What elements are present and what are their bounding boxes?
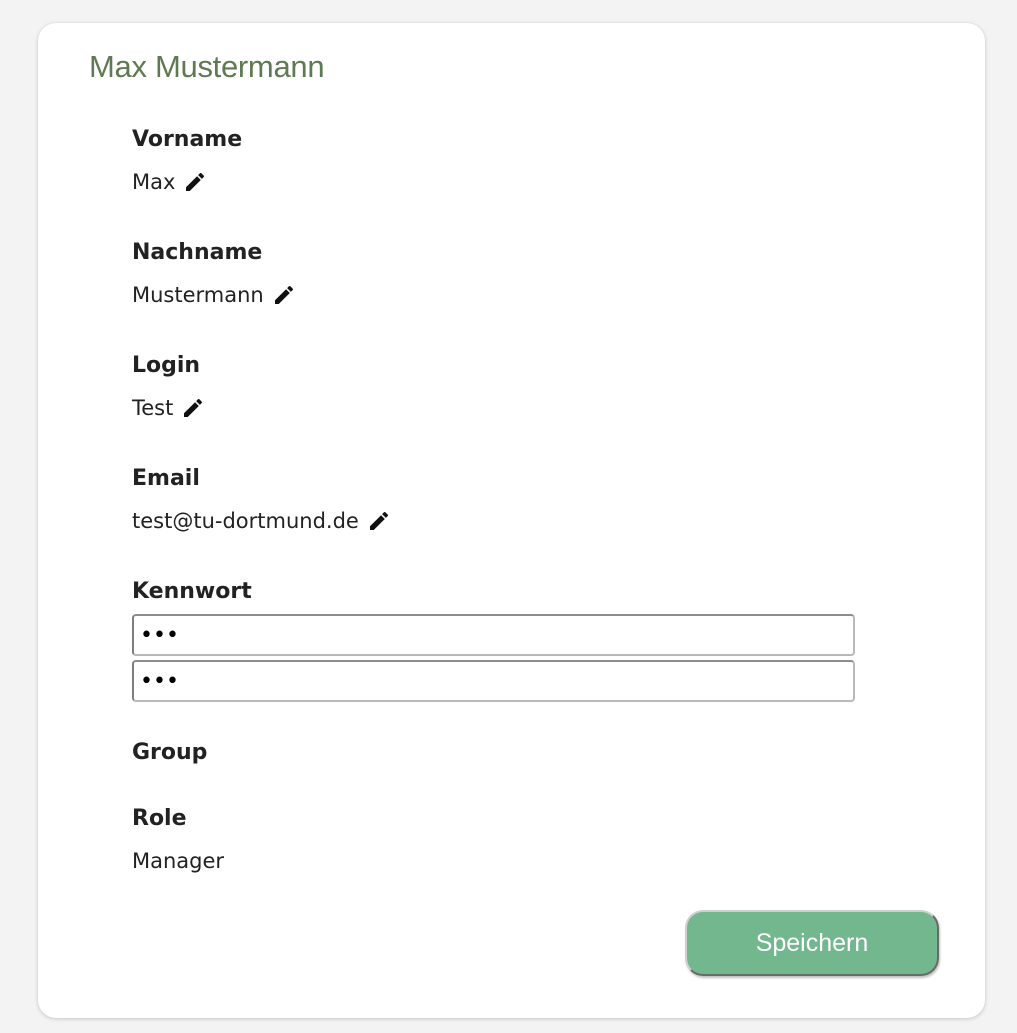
- page-title: Max Mustermann: [89, 49, 325, 84]
- login-value: Test: [132, 396, 174, 420]
- email-label: Email: [132, 466, 200, 491]
- pencil-icon: [274, 285, 293, 304]
- password-label: Kennwort: [132, 579, 252, 604]
- field-group: Group: [132, 738, 207, 768]
- pencil-icon: [184, 398, 203, 417]
- role-label: Role: [132, 806, 187, 831]
- field-role: Role Manager: [132, 804, 224, 876]
- edit-lastname-pencil-icon[interactable]: [272, 283, 296, 307]
- password-confirm-input[interactable]: [132, 660, 855, 702]
- lastname-label: Nachname: [132, 240, 263, 265]
- firstname-value-row: Max: [132, 167, 242, 197]
- profile-card: Max Mustermann Vorname Max Nachname Must…: [38, 23, 985, 1018]
- field-firstname: Vorname Max: [132, 125, 242, 197]
- save-button[interactable]: Speichern: [685, 910, 939, 976]
- password-inputs: [132, 614, 855, 702]
- edit-email-pencil-icon[interactable]: [367, 509, 391, 533]
- firstname-value: Max: [132, 170, 176, 194]
- password-input[interactable]: [132, 614, 855, 656]
- login-value-row: Test: [132, 393, 205, 423]
- email-value-row: test@tu-dortmund.de: [132, 506, 391, 536]
- email-value: test@tu-dortmund.de: [132, 509, 359, 533]
- pencil-icon: [186, 172, 205, 191]
- edit-firstname-pencil-icon[interactable]: [183, 170, 207, 194]
- lastname-value-row: Mustermann: [132, 280, 296, 310]
- field-login: Login Test: [132, 351, 205, 423]
- edit-login-pencil-icon[interactable]: [181, 396, 205, 420]
- firstname-label: Vorname: [132, 127, 243, 152]
- group-label: Group: [132, 740, 208, 765]
- login-label: Login: [132, 353, 201, 378]
- field-password: Kennwort: [132, 577, 855, 702]
- field-email: Email test@tu-dortmund.de: [132, 464, 391, 536]
- pencil-icon: [369, 511, 388, 530]
- field-lastname: Nachname Mustermann: [132, 238, 296, 310]
- lastname-value: Mustermann: [132, 283, 264, 307]
- role-value: Manager: [132, 849, 225, 873]
